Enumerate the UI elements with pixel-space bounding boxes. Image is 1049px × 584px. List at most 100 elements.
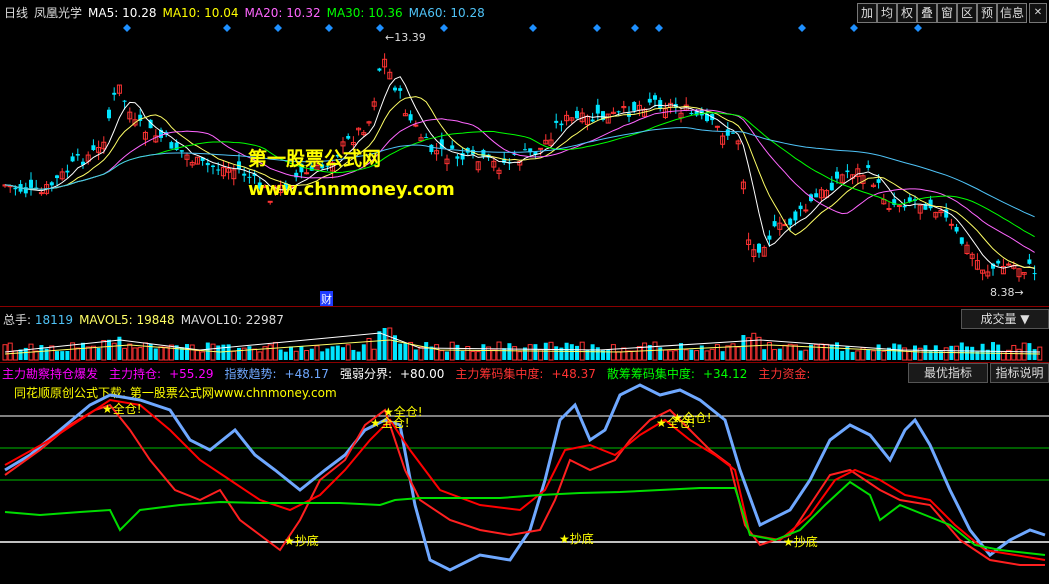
candle-body xyxy=(38,192,44,195)
volume-bar xyxy=(559,347,564,360)
volume-bar xyxy=(49,345,55,361)
volume-bar xyxy=(787,343,793,361)
price-volume-divider xyxy=(0,306,1049,307)
candle-body xyxy=(424,137,429,139)
volume-bar xyxy=(81,342,85,360)
volume-bar xyxy=(714,344,720,361)
volume-bar xyxy=(439,350,445,361)
candle-body xyxy=(575,110,579,119)
volume-bar xyxy=(189,344,195,361)
volume-bar xyxy=(523,347,527,360)
candle-body xyxy=(632,102,637,111)
volume-bar xyxy=(481,344,486,360)
volume-bar xyxy=(23,347,28,360)
indicator-legend-item: 主力持仓: +55.29 xyxy=(109,367,214,381)
candle-body xyxy=(835,171,839,179)
indicator-help-button[interactable]: 指标说明 xyxy=(990,363,1049,383)
candle-body xyxy=(845,170,850,173)
candle-body xyxy=(814,193,819,198)
volume-bar xyxy=(512,346,518,361)
volume-bar xyxy=(590,344,595,360)
volume-bar xyxy=(267,344,273,361)
bottom-buy-marker: ★抄底 xyxy=(284,534,319,548)
volume-indicator-dropdown[interactable]: 成交量 ▼ xyxy=(961,309,1049,329)
finance-marker[interactable]: 财 xyxy=(320,291,333,307)
volume-bar xyxy=(366,337,372,361)
candle-body xyxy=(772,221,777,227)
volume-bar xyxy=(621,347,627,361)
candle-body xyxy=(413,124,419,127)
volume-bar xyxy=(809,344,813,360)
volume-bar xyxy=(996,344,1001,360)
volume-bar xyxy=(954,345,960,361)
indicator-subtitle: 同花顺原创公式下载: 第一股票公式网www.chnmoney.com xyxy=(14,386,337,400)
volume-bar xyxy=(772,349,778,361)
period-marker-icon xyxy=(798,24,806,32)
candle-body xyxy=(767,235,772,240)
volume-bar xyxy=(636,346,642,361)
indicator-header: 主力勘察持仓爆发 主力持仓: +55.29 指数趋势: +48.17 强弱分界: +80.0… xyxy=(2,365,821,382)
volume-bar xyxy=(293,350,299,361)
full-position-marker: ★全仓! xyxy=(656,416,696,430)
candle-body xyxy=(866,165,871,168)
indicator-legend-item: 强弱分界: +80.00 xyxy=(339,367,445,381)
candle-body xyxy=(954,226,959,232)
volume-bar xyxy=(325,348,330,360)
volume-bar xyxy=(782,344,788,361)
volume-bar xyxy=(866,349,871,360)
volume-bar xyxy=(751,332,757,361)
mavol5-label: MAVOL5: 19848 xyxy=(79,312,175,327)
volume-bar xyxy=(226,344,231,360)
volume-bar xyxy=(272,341,278,361)
volume-bar xyxy=(377,331,382,360)
volume-bar xyxy=(756,336,762,361)
volume-bar xyxy=(335,345,340,360)
volume-bar xyxy=(762,349,767,360)
index-trend-line xyxy=(4,383,1046,572)
volume-bar xyxy=(262,346,268,361)
volume-bar xyxy=(850,351,855,360)
volume-bar xyxy=(449,341,455,361)
indicator-legend-item: 主力筹码集中度: +48.37 xyxy=(455,367,596,381)
volume-bar xyxy=(1032,349,1037,360)
candle-body xyxy=(112,92,117,95)
volume-bar xyxy=(39,345,44,360)
volume-bar xyxy=(90,345,96,361)
volume-bar xyxy=(533,344,538,360)
volume-bar xyxy=(257,351,263,361)
candle-body xyxy=(211,165,215,168)
volume-bar xyxy=(840,350,845,360)
candle-body xyxy=(523,149,527,151)
candle-body xyxy=(408,114,413,121)
volume-bar xyxy=(1011,344,1017,361)
volume-bar xyxy=(163,346,169,361)
volume-bar xyxy=(455,344,460,360)
volume-bar xyxy=(168,344,174,361)
candle-body xyxy=(169,142,174,149)
volume-bar xyxy=(606,349,611,360)
candle-body xyxy=(595,104,600,114)
volume-bar xyxy=(652,341,658,361)
volume-bar xyxy=(12,350,18,361)
volume-bar xyxy=(631,350,637,361)
period-marker-icon xyxy=(325,24,333,32)
candle-body xyxy=(798,205,803,210)
volume-bar xyxy=(554,346,559,360)
volume-bar xyxy=(616,351,622,361)
volume-bar xyxy=(876,344,881,360)
volume-bar xyxy=(361,344,366,360)
volume-bar xyxy=(496,341,502,361)
candle-body xyxy=(653,95,657,100)
volume-bar xyxy=(221,344,226,360)
volume-bar xyxy=(137,347,143,361)
volume-bar xyxy=(860,347,866,361)
price-chart[interactable] xyxy=(0,0,1049,305)
volume-bar xyxy=(445,351,449,360)
volume-bar xyxy=(892,343,897,360)
optimal-indicator-button[interactable]: 最优指标 xyxy=(908,363,988,383)
volume-bar xyxy=(917,347,923,361)
candle-body xyxy=(928,199,933,209)
volume-bar xyxy=(107,339,111,360)
candle-body xyxy=(757,243,761,253)
candle-body xyxy=(75,154,80,156)
